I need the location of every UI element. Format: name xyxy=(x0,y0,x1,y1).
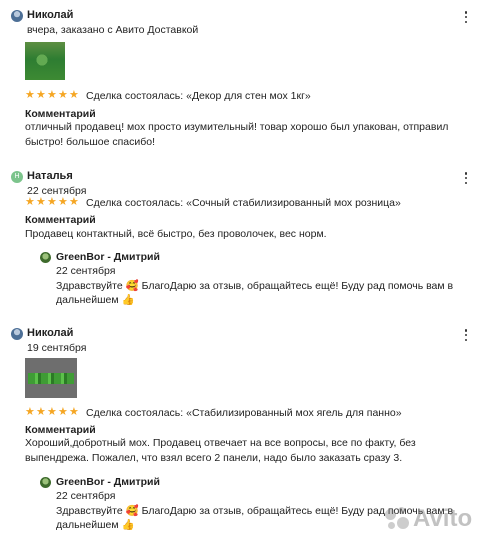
rating-stars: ★ ★ ★ ★ ★ xyxy=(25,406,79,418)
star-icon: ★ xyxy=(69,196,79,208)
reply-text: Здравствуйте 🥰 БлагоДарю за отзыв, обращ… xyxy=(56,280,454,306)
seller-avatar[interactable] xyxy=(40,252,51,263)
star-icon: ★ xyxy=(25,89,35,101)
rating-stars: ★ ★ ★ ★ ★ xyxy=(25,89,79,101)
comment-label: Комментарий xyxy=(25,424,96,436)
review-photo[interactable] xyxy=(25,42,65,80)
comment-text: Продавец контактный, всё быстро, без про… xyxy=(25,228,327,240)
avito-watermark: Avito xyxy=(385,505,472,533)
comment-label: Комментарий xyxy=(25,214,96,226)
star-icon: ★ xyxy=(36,406,46,418)
star-icon: ★ xyxy=(36,89,46,101)
watermark-text: Avito xyxy=(413,505,473,532)
review-meta: вчера, заказано с Авито Доставкой xyxy=(27,24,199,36)
more-options-icon[interactable] xyxy=(463,11,469,23)
rating-stars: ★ ★ ★ ★ ★ xyxy=(25,196,79,208)
star-icon: ★ xyxy=(47,406,57,418)
user-avatar[interactable]: Н xyxy=(11,171,23,183)
deal-info: Сделка состоялась: «Декор для стен мох 1… xyxy=(86,90,311,102)
reply-date: 22 сентября xyxy=(56,490,116,502)
star-icon: ★ xyxy=(25,406,35,418)
more-options-icon[interactable] xyxy=(463,329,469,341)
reply-date: 22 сентября xyxy=(56,265,116,277)
avito-logo-icon xyxy=(385,507,409,531)
more-options-icon[interactable] xyxy=(463,172,469,184)
review-meta: 19 сентября xyxy=(27,342,87,354)
star-icon: ★ xyxy=(36,196,46,208)
seller-avatar[interactable] xyxy=(40,477,51,488)
star-icon: ★ xyxy=(69,406,79,418)
star-icon: ★ xyxy=(58,89,68,101)
reply-author[interactable]: GreenBor - Дмитрий xyxy=(56,476,160,488)
deal-info: Сделка состоялась: «Стабилизированный мо… xyxy=(86,407,402,419)
user-avatar[interactable] xyxy=(11,328,23,340)
comment-label: Комментарий xyxy=(25,108,96,120)
review-author[interactable]: Николай xyxy=(27,9,73,21)
review-author[interactable]: Наталья xyxy=(27,170,73,182)
star-icon: ★ xyxy=(47,196,57,208)
star-icon: ★ xyxy=(69,89,79,101)
comment-text: отличный продавец! мох просто изумительн… xyxy=(25,121,449,148)
comment-text: Хороший,добротный мох. Продавец отвечает… xyxy=(25,437,416,464)
star-icon: ★ xyxy=(47,89,57,101)
review-photo[interactable] xyxy=(25,358,77,398)
deal-info: Сделка состоялась: «Сочный стабилизирова… xyxy=(86,197,401,209)
user-avatar[interactable] xyxy=(11,10,23,22)
reply-author[interactable]: GreenBor - Дмитрий xyxy=(56,251,160,263)
star-icon: ★ xyxy=(58,406,68,418)
star-icon: ★ xyxy=(25,196,35,208)
star-icon: ★ xyxy=(58,196,68,208)
review-author[interactable]: Николай xyxy=(27,327,73,339)
